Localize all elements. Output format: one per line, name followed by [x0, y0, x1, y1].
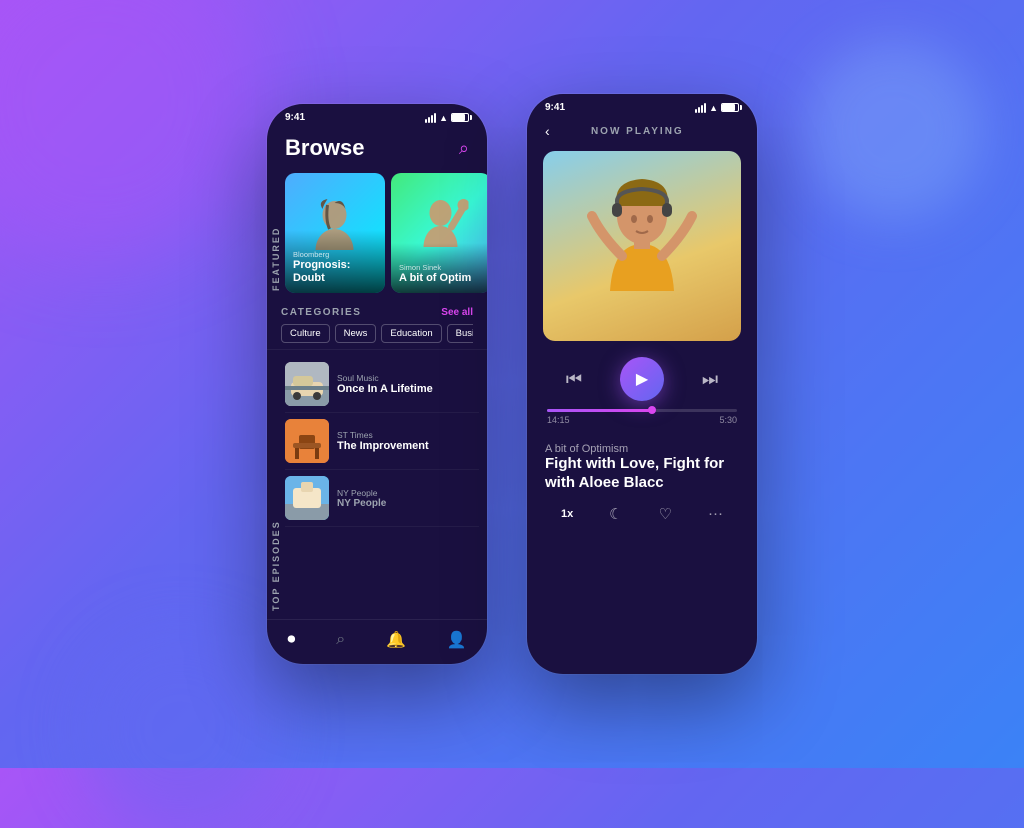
np-extra-controls: 1x ☾ ♡ ··· [527, 497, 757, 533]
np-album-figure [562, 161, 722, 341]
featured-card-1[interactable]: Bloomberg Prognosis: Doubt [285, 173, 385, 293]
categories-header: CATEGORIES See all [281, 307, 473, 318]
episode-3-info: NY People NY People [337, 488, 479, 509]
episode-1-title: Once In A Lifetime [337, 383, 479, 395]
bg-decoration-tr [804, 40, 984, 220]
np-back-button[interactable]: ‹ [545, 123, 550, 139]
next-button[interactable]: ⏭ [702, 369, 718, 390]
heart-button[interactable]: ♡ [659, 505, 672, 523]
speed-button[interactable]: 1x [561, 508, 573, 520]
card-1-overlay: Bloomberg Prognosis: Doubt [285, 230, 385, 293]
status-icons: ▲ [425, 113, 469, 123]
time-labels: 14:15 5:30 [547, 415, 737, 425]
sleep-button[interactable]: ☾ [609, 505, 622, 523]
episode-1-info: Soul Music Once In A Lifetime [337, 373, 479, 395]
episode-item-2[interactable]: ST Times The Improvement [285, 413, 479, 470]
browse-content: Browse ⌕ FEATURED [267, 127, 487, 619]
prev-button[interactable]: ⏮ [566, 369, 582, 390]
featured-cards: Bloomberg Prognosis: Doubt [285, 167, 487, 299]
featured-label: FEATURED [267, 167, 285, 299]
browse-header: Browse ⌕ [267, 127, 487, 167]
progress-fill [547, 409, 652, 412]
browse-phone: 9:41 ▲ Browse ⌕ FEATURE [267, 104, 487, 664]
episode-item-1[interactable]: Soul Music Once In A Lifetime [285, 356, 479, 413]
np-status-time: 9:41 [545, 102, 565, 113]
np-battery-icon [721, 103, 739, 112]
episode-2-title: The Improvement [337, 440, 479, 452]
browse-status-time: 9:41 [285, 112, 305, 123]
transport-buttons: ⏮ ▶ ⏭ [547, 357, 737, 401]
np-battery-fill [722, 104, 735, 111]
episode-thumb-3 [285, 476, 329, 520]
play-button[interactable]: ▶ [620, 357, 664, 401]
np-wifi-icon: ▲ [709, 103, 718, 113]
browse-status-bar: 9:41 ▲ [267, 104, 487, 127]
now-playing-phone: 9:41 ▲ ‹ NOW PLAYING [527, 94, 757, 674]
category-pills: Culture News Education Business He [281, 324, 473, 343]
episodes-list: Soul Music Once In A Lifetime [285, 350, 487, 619]
progress-thumb [648, 406, 656, 414]
phones-container: 9:41 ▲ Browse ⌕ FEATURE [267, 94, 757, 674]
card-2-title: A bit of Optim [399, 272, 483, 285]
category-business[interactable]: Business [447, 324, 473, 343]
nav-profile-icon[interactable]: 👤 [447, 630, 467, 650]
featured-card-2[interactable]: Simon Sinek A bit of Optim [391, 173, 487, 293]
np-album-art [543, 151, 741, 341]
card-2-source: Simon Sinek [399, 263, 483, 272]
episode-1-source: Soul Music [337, 373, 479, 383]
time-current: 14:15 [547, 415, 570, 425]
episode-3-title: NY People [337, 498, 479, 509]
browse-title: Browse [285, 135, 364, 161]
categories-label: CATEGORIES [281, 307, 361, 318]
nav-home-icon[interactable]: ⏺ [287, 631, 295, 649]
episode-item-3[interactable]: NY People NY People [285, 470, 479, 527]
episode-2-source: ST Times [337, 430, 479, 440]
np-status-bar: 9:41 ▲ [527, 94, 757, 117]
episode-3-art [285, 476, 329, 520]
episode-thumb-2 [285, 419, 329, 463]
np-track-title: Fight with Love, Fight for with Aloee Bl… [545, 455, 739, 493]
categories-section: CATEGORIES See all Culture News Educatio… [267, 299, 487, 349]
episode-2-art [285, 419, 329, 463]
episode-2-info: ST Times The Improvement [337, 430, 479, 452]
time-total: 5:30 [719, 415, 737, 425]
card-1-title: Prognosis: Doubt [293, 259, 377, 285]
np-track-info: A bit of Optimism Fight with Love, Fight… [527, 437, 757, 497]
progress-bar[interactable]: 14:15 5:30 [547, 409, 737, 425]
progress-track [547, 409, 737, 412]
search-button[interactable]: ⌕ [459, 138, 469, 159]
featured-section: FEATURED Bloomberg [267, 167, 487, 299]
more-button[interactable]: ··· [708, 505, 723, 522]
category-news[interactable]: News [335, 324, 377, 343]
nav-bell-icon[interactable]: 🔔 [386, 630, 406, 650]
card-2-overlay: Simon Sinek A bit of Optim [391, 243, 487, 293]
np-status-icons: ▲ [695, 103, 739, 113]
bottom-nav: ⏺ ⌕ 🔔 👤 [267, 619, 487, 664]
episode-1-art [285, 362, 329, 406]
top-episodes-label: TOP EPISODES [267, 350, 285, 619]
np-track-subtitle: A bit of Optimism [545, 443, 739, 455]
signal-icon [425, 113, 436, 123]
top-episodes-section: TOP EPISODES [267, 349, 487, 619]
episode-3-source: NY People [337, 488, 479, 498]
bg-decoration-br [80, 628, 280, 828]
category-education[interactable]: Education [381, 324, 441, 343]
battery-icon [451, 113, 469, 122]
battery-fill [452, 114, 465, 121]
category-culture[interactable]: Culture [281, 324, 330, 343]
see-all-button[interactable]: See all [441, 307, 473, 318]
nav-search-icon[interactable]: ⌕ [336, 631, 345, 649]
np-controls: ⏮ ▶ ⏭ 14:15 5:30 [527, 349, 757, 437]
card-1-source: Bloomberg [293, 250, 377, 259]
np-signal-icon [695, 103, 706, 113]
bg-decoration-tl [0, 0, 260, 260]
wifi-icon: ▲ [439, 113, 448, 123]
episode-thumb-1 [285, 362, 329, 406]
np-page-title: NOW PLAYING [591, 126, 684, 137]
np-header: ‹ NOW PLAYING [527, 117, 757, 143]
